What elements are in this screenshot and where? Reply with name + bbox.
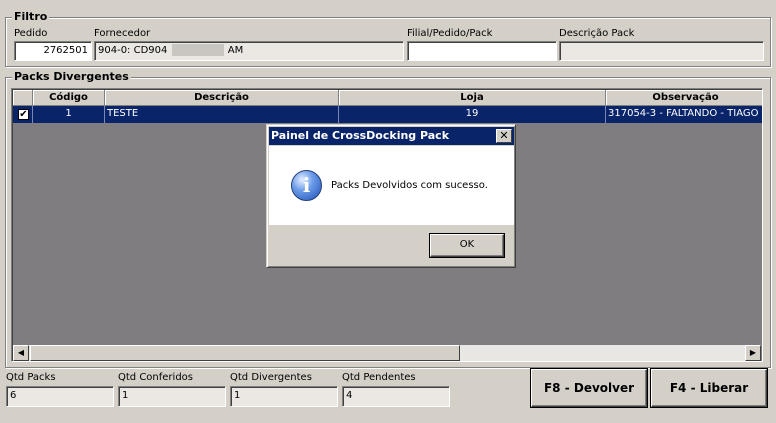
grid-header-observacao[interactable]: Observação bbox=[606, 90, 762, 106]
scroll-thumb[interactable] bbox=[30, 345, 460, 361]
scroll-left-icon[interactable]: ◀ bbox=[13, 345, 29, 361]
packs-divergentes-title: Packs Divergentes bbox=[12, 70, 131, 83]
row-codigo: 1 bbox=[33, 106, 105, 123]
grid-header-descricao[interactable]: Descrição bbox=[105, 90, 339, 106]
grid-header-codigo[interactable]: Código bbox=[33, 90, 105, 106]
fornecedor-field: 904-0: CD904 AM bbox=[94, 41, 404, 61]
fornecedor-label: Fornecedor bbox=[94, 28, 151, 39]
row-loja: 19 bbox=[339, 106, 606, 123]
dialog-title-bar[interactable]: Painel de CrossDocking Pack ✕ bbox=[269, 127, 514, 145]
filial-pedido-pack-field[interactable] bbox=[407, 41, 557, 61]
qtd-pendentes-field: 4 bbox=[342, 386, 450, 407]
info-icon: i bbox=[291, 170, 322, 201]
pedido-field[interactable]: 2762501 bbox=[14, 41, 92, 61]
ok-button[interactable]: OK bbox=[429, 233, 505, 258]
qtd-divergentes-label: Qtd Divergentes bbox=[230, 372, 312, 383]
fornecedor-value-prefix: 904-0: CD904 bbox=[98, 45, 168, 56]
grid-horizontal-scrollbar[interactable]: ◀ ▶ bbox=[13, 345, 761, 361]
message-dialog: Painel de CrossDocking Pack ✕ i Packs De… bbox=[266, 124, 516, 268]
dialog-title: Painel de CrossDocking Pack bbox=[271, 129, 450, 142]
qtd-packs-field: 6 bbox=[6, 386, 114, 407]
fornecedor-value-suffix: AM bbox=[227, 45, 244, 56]
dialog-message: Packs Devolvidos com sucesso. bbox=[331, 180, 488, 191]
filial-pedido-pack-label: Filial/Pedido/Pack bbox=[407, 28, 493, 39]
grid-header-check bbox=[13, 90, 33, 106]
grid-header-loja[interactable]: Loja bbox=[339, 90, 606, 106]
qtd-pendentes-label: Qtd Pendentes bbox=[342, 372, 416, 383]
row-check-cell[interactable]: ✔ bbox=[13, 106, 33, 123]
dialog-body: i Packs Devolvidos com sucesso. bbox=[269, 146, 514, 225]
pedido-label: Pedido bbox=[14, 28, 48, 39]
row-descricao: TESTE bbox=[105, 106, 339, 123]
row-observacao: 317054-3 - FALTANDO - TIAGO bbox=[606, 106, 762, 123]
qtd-divergentes-field: 1 bbox=[230, 386, 338, 407]
fornecedor-redacted bbox=[171, 44, 224, 56]
devolver-button[interactable]: F8 - Devolver bbox=[530, 368, 648, 408]
descricao-pack-label: Descrição Pack bbox=[559, 28, 635, 39]
qtd-packs-label: Qtd Packs bbox=[6, 372, 56, 383]
row-checkbox[interactable]: ✔ bbox=[18, 109, 29, 120]
scroll-right-icon[interactable]: ▶ bbox=[745, 345, 761, 361]
filtro-title: Filtro bbox=[12, 10, 50, 23]
descricao-pack-field bbox=[559, 41, 764, 61]
qtd-conferidos-field: 1 bbox=[118, 386, 226, 407]
liberar-button[interactable]: F4 - Liberar bbox=[650, 368, 768, 408]
qtd-conferidos-label: Qtd Conferidos bbox=[118, 372, 193, 383]
close-icon[interactable]: ✕ bbox=[496, 129, 512, 143]
